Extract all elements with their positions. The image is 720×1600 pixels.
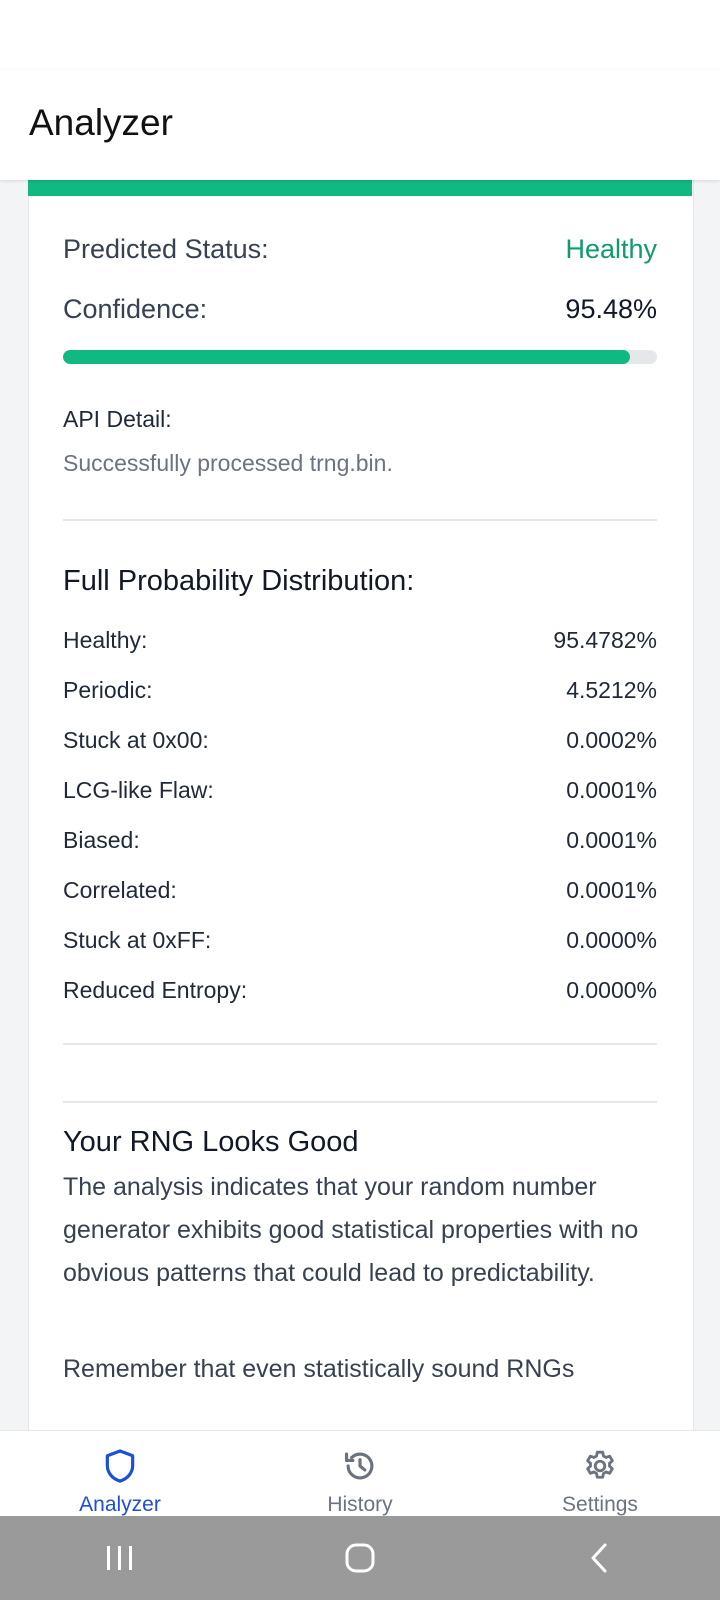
home-icon (345, 1543, 375, 1573)
distribution-item-value: 95.4782% (553, 627, 657, 653)
distribution-item: Stuck at 0xFF: 0.0000% (63, 927, 657, 977)
distribution-item-label: Reduced Entropy: (63, 977, 248, 1003)
distribution-item-label: Stuck at 0x00: (63, 727, 209, 753)
confidence-row: Confidence: 95.48% (63, 294, 657, 325)
distribution-item-label: LCG-like Flaw: (63, 777, 214, 803)
distribution-item-label: Biased: (63, 827, 140, 853)
distribution-item-label: Healthy: (63, 627, 148, 653)
card-accent-bar (28, 180, 692, 196)
bottom-navigation: Analyzer History Settings (0, 1430, 720, 1517)
shield-icon (105, 1449, 135, 1483)
app-bar: Analyzer (0, 70, 720, 180)
recent-apps-icon (107, 1546, 132, 1570)
distribution-item-value: 0.0002% (566, 727, 657, 753)
distribution-item: Reduced Entropy: 0.0000% (63, 977, 657, 1027)
home-button[interactable] (330, 1528, 390, 1588)
nav-item-history[interactable]: History (240, 1431, 480, 1517)
distribution-item-label: Periodic: (63, 677, 153, 703)
nav-item-label: Analyzer (79, 1493, 161, 1516)
distribution-item-value: 0.0000% (566, 977, 657, 1003)
nav-item-label: History (327, 1493, 393, 1516)
predicted-status-row: Predicted Status: Healthy (63, 234, 657, 265)
gear-icon (586, 1450, 614, 1479)
back-icon (591, 1543, 607, 1573)
nav-item-label: Settings (562, 1493, 638, 1516)
distribution-item: Correlated: 0.0001% (63, 877, 657, 927)
distribution-item: Biased: 0.0001% (63, 827, 657, 877)
confidence-value: 95.48% (565, 294, 657, 324)
system-navigation-bar (0, 1516, 720, 1600)
page-title: Analyzer (29, 102, 173, 143)
content-scroll-area[interactable]: Predicted Status: Healthy Confidence: 95… (0, 180, 720, 1430)
distribution-item: LCG-like Flaw: 0.0001% (63, 777, 657, 827)
screen: Analyzer Predicted Status: Healthy Confi… (0, 0, 720, 1600)
distribution-item-value: 0.0000% (566, 927, 657, 953)
api-detail-label: API Detail: (63, 406, 172, 432)
nav-item-analyzer[interactable]: Analyzer (0, 1431, 240, 1517)
distribution-item-value: 0.0001% (566, 877, 657, 903)
distribution-item-label: Correlated: (63, 877, 177, 903)
divider (63, 519, 657, 521)
distribution-item-value: 0.0001% (566, 827, 657, 853)
advice-paragraph: Remember that even statistically sound R… (63, 1355, 575, 1383)
confidence-progress-fill (63, 350, 631, 364)
advice-paragraph: The analysis indicates that your random … (63, 1173, 639, 1287)
history-icon (344, 1452, 374, 1480)
distribution-title: Full Probability Distribution: (63, 565, 415, 597)
distribution-item: Healthy: 95.4782% (63, 627, 657, 677)
distribution-item-value: 4.5212% (566, 677, 657, 703)
recent-apps-button[interactable] (90, 1528, 150, 1588)
status-bar (0, 0, 720, 70)
distribution-item-label: Stuck at 0xFF: (63, 927, 212, 953)
distribution-item: Stuck at 0x00: 0.0002% (63, 727, 657, 777)
api-detail-text: Successfully processed trng.bin. (63, 450, 393, 476)
back-button[interactable] (570, 1528, 630, 1588)
distribution-item: Periodic: 4.5212% (63, 677, 657, 727)
predicted-status-value: Healthy (565, 234, 657, 264)
nav-item-settings[interactable]: Settings (480, 1431, 720, 1517)
advice-title: Your RNG Looks Good (63, 1126, 359, 1158)
confidence-label: Confidence: (63, 294, 208, 324)
distribution-item-value: 0.0001% (566, 777, 657, 803)
confidence-progress-bar (63, 350, 657, 364)
divider (63, 1043, 657, 1045)
predicted-status-label: Predicted Status: (63, 234, 269, 264)
divider (63, 1101, 657, 1103)
distribution-list: Healthy: 95.4782% Periodic: 4.5212% Stuc… (63, 627, 657, 1027)
